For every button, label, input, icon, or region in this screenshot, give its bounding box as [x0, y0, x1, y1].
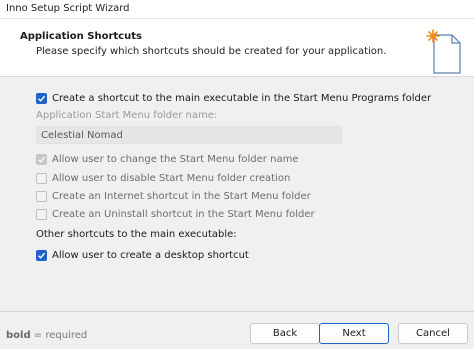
page-title: Application Shortcuts: [20, 31, 142, 42]
required-legend: bold = required: [6, 330, 87, 341]
title-bar: Inno Setup Script Wizard: [0, 0, 474, 19]
wizard-footer: bold = required Back Next Cancel: [0, 311, 474, 349]
start-menu-shortcut-label: Create a shortcut to the main executable…: [52, 92, 432, 104]
next-button[interactable]: Next: [319, 323, 389, 344]
allow-change-folder-checkbox[interactable]: [36, 153, 47, 165]
wizard-header: Application Shortcuts Please specify whi…: [0, 19, 474, 77]
window-title: Inno Setup Script Wizard: [6, 3, 130, 14]
allow-disable-folder-option[interactable]: Allow user to disable Start Menu folder …: [36, 171, 290, 185]
uninstall-shortcut-checkbox[interactable]: [36, 208, 47, 220]
page-subtitle: Please specify which shortcuts should be…: [36, 46, 387, 57]
desktop-shortcut-option[interactable]: Allow user to create a desktop shortcut: [36, 248, 249, 262]
other-shortcuts-heading: Other shortcuts to the main executable:: [36, 229, 237, 240]
folder-name-label: Application Start Menu folder name:: [36, 110, 218, 121]
desktop-shortcut-checkbox[interactable]: [36, 249, 47, 261]
internet-shortcut-checkbox[interactable]: [36, 190, 47, 202]
internet-shortcut-option[interactable]: Create an Internet shortcut in the Start…: [36, 189, 311, 203]
uninstall-shortcut-label: Create an Uninstall shortcut in the Star…: [52, 208, 315, 220]
allow-change-folder-label: Allow user to change the Start Menu fold…: [52, 153, 299, 165]
back-button[interactable]: Back: [250, 323, 320, 344]
allow-disable-folder-checkbox[interactable]: [36, 172, 47, 184]
checkmark-icon: [38, 156, 46, 163]
cancel-button[interactable]: Cancel: [398, 323, 468, 344]
start-menu-shortcut-checkbox[interactable]: [36, 92, 47, 104]
uninstall-shortcut-option[interactable]: Create an Uninstall shortcut in the Star…: [36, 207, 315, 221]
desktop-shortcut-label: Allow user to create a desktop shortcut: [52, 249, 249, 261]
allow-disable-folder-label: Allow user to disable Start Menu folder …: [52, 172, 291, 184]
internet-shortcut-label: Create an Internet shortcut in the Start…: [52, 190, 311, 202]
wizard-document-sparkle-icon: [426, 29, 461, 74]
checkmark-icon: [38, 252, 46, 259]
required-bold-word: bold: [6, 330, 31, 341]
checkmark-icon: [38, 95, 46, 102]
required-text: = required: [30, 330, 88, 341]
start-menu-shortcut-option[interactable]: Create a shortcut to the main executable…: [36, 91, 431, 105]
folder-name-input[interactable]: Celestial Nomad: [36, 126, 342, 144]
allow-change-folder-option[interactable]: Allow user to change the Start Menu fold…: [36, 152, 298, 166]
